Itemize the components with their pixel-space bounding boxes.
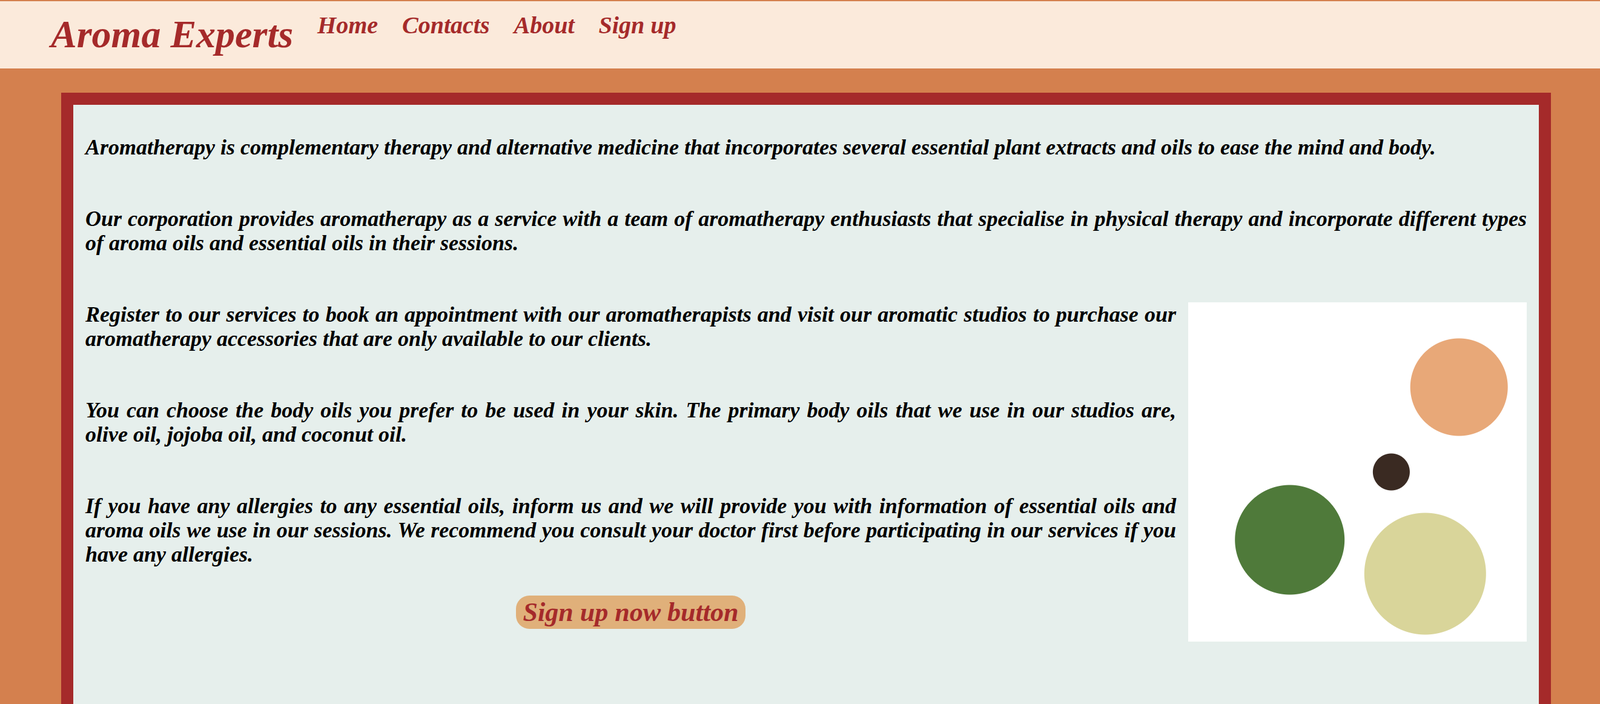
- paragraph: Aromatherapy is complementary therapy an…: [85, 135, 1527, 160]
- header: Aroma Experts Home Contacts About Sign up: [0, 0, 1600, 69]
- paragraph: If you have any allergies to any essenti…: [85, 493, 1177, 567]
- paragraph: Register to our services to book an appo…: [85, 302, 1177, 351]
- aromatherapy-photo: [1188, 302, 1527, 642]
- content-row: Register to our services to book an appo…: [85, 302, 1527, 642]
- text-column: Register to our services to book an appo…: [85, 302, 1177, 629]
- logo[interactable]: Aroma Experts: [50, 12, 294, 57]
- content-panel: Aromatherapy is complementary therapy an…: [61, 92, 1551, 704]
- button-wrap: Sign up now button: [85, 595, 1177, 629]
- nav-link[interactable]: Home: [317, 10, 378, 40]
- paragraph: Our corporation provides aromatherapy as…: [85, 206, 1527, 255]
- nav-link[interactable]: About: [514, 10, 575, 40]
- paragraph: You can choose the body oils you prefer …: [85, 397, 1177, 447]
- nav-link[interactable]: Sign up: [598, 10, 677, 40]
- sign-up-button[interactable]: Sign up now button: [515, 595, 747, 629]
- nav-bar: Home Contacts About Sign up: [317, 10, 676, 40]
- nav-link[interactable]: Contacts: [402, 10, 490, 40]
